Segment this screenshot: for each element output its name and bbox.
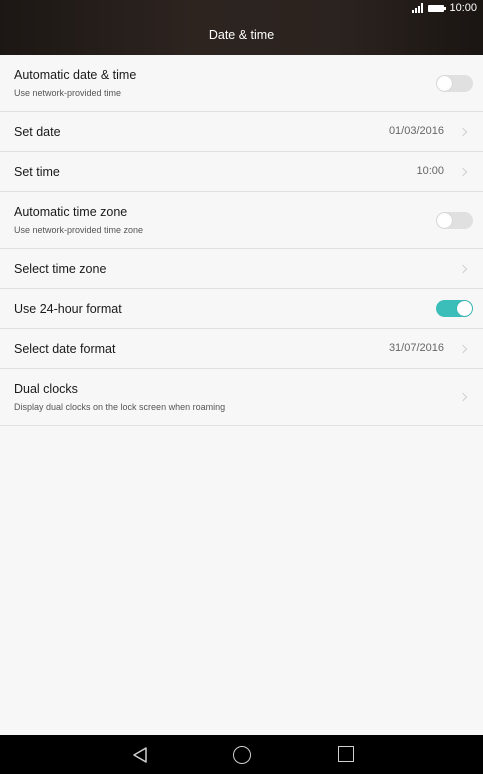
recents-icon[interactable] <box>338 746 354 762</box>
set-date-value: 01/03/2016 <box>388 125 444 137</box>
auto-date-time-toggle[interactable] <box>436 75 473 92</box>
set-time-value: 10:00 <box>416 165 444 177</box>
dual-clocks-row[interactable]: Dual clocks Display dual clocks on the l… <box>0 369 483 426</box>
use-24-hour-row[interactable]: Use 24-hour format <box>0 289 483 329</box>
chevron-right-icon <box>458 392 468 402</box>
use-24-hour-label: Use 24-hour format <box>14 302 122 316</box>
auto-time-zone-sub: Use network-provided time zone <box>14 225 144 235</box>
navigation-bar <box>0 735 483 774</box>
select-date-format-value: 31/07/2016 <box>388 342 444 354</box>
auto-time-zone-toggle[interactable] <box>436 212 473 229</box>
signal-icon <box>412 3 424 13</box>
toggle-knob <box>437 213 452 228</box>
chevron-right-icon <box>458 167 468 177</box>
select-date-format-row[interactable]: Select date format 31/07/2016 <box>0 329 483 369</box>
select-time-zone-label: Select time zone <box>14 262 107 276</box>
set-date-row[interactable]: Set date 01/03/2016 <box>0 112 483 152</box>
home-icon[interactable] <box>233 746 251 764</box>
chevron-right-icon <box>458 344 468 354</box>
page-title: Date & time <box>208 28 275 42</box>
toggle-knob <box>457 301 472 316</box>
chevron-right-icon <box>458 264 468 274</box>
auto-time-zone-label: Automatic time zone <box>14 205 128 219</box>
back-icon[interactable] <box>131 746 149 764</box>
select-time-zone-row[interactable]: Select time zone <box>0 249 483 289</box>
dual-clocks-sub: Display dual clocks on the lock screen w… <box>14 402 226 412</box>
set-date-label: Set date <box>14 125 61 139</box>
set-time-row[interactable]: Set time 10:00 <box>0 152 483 192</box>
battery-icon <box>428 4 447 12</box>
auto-time-zone-row[interactable]: Automatic time zone Use network-provided… <box>0 192 483 249</box>
status-time: 10:00 <box>449 2 477 14</box>
status-indicators: 10:00 <box>412 2 477 14</box>
auto-date-time-sub: Use network-provided time <box>14 88 122 98</box>
app-header: 10:00 Date & time <box>0 0 483 55</box>
dual-clocks-label: Dual clocks <box>14 382 78 396</box>
toggle-knob <box>437 76 452 91</box>
use-24-hour-toggle[interactable] <box>436 300 473 317</box>
status-bar: 10:00 <box>0 0 483 17</box>
auto-date-time-row[interactable]: Automatic date & time Use network-provid… <box>0 55 483 112</box>
set-time-label: Set time <box>14 165 60 179</box>
settings-list: Automatic date & time Use network-provid… <box>0 55 483 426</box>
select-date-format-label: Select date format <box>14 342 116 356</box>
auto-date-time-label: Automatic date & time <box>14 68 137 82</box>
chevron-right-icon <box>458 127 468 137</box>
